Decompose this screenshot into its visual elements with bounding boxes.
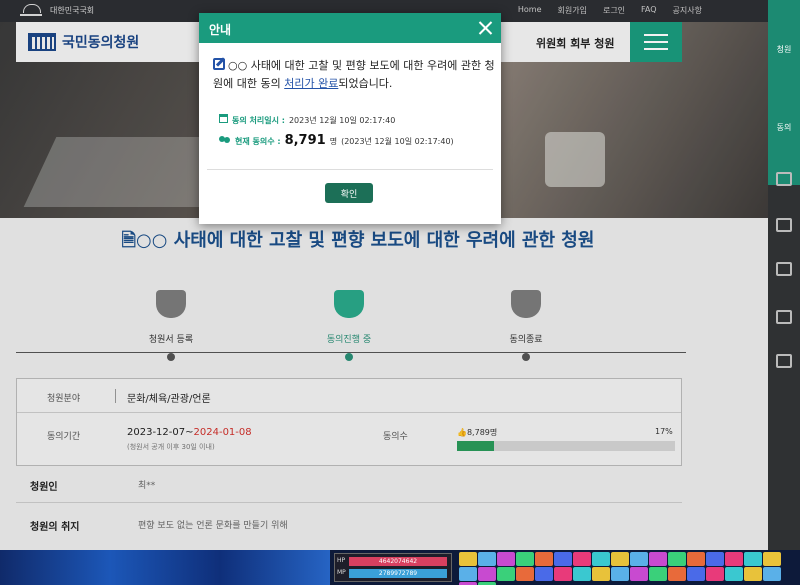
skill-slot-icon[interactable]: [573, 567, 591, 581]
edit-icon: [213, 58, 225, 70]
processed-label: 동의 처리일시 :: [232, 116, 285, 125]
calendar-icon: [219, 114, 228, 123]
notice-modal: 안내 ○○ 사태에 대한 고찰 및 편향 보도에 대한 우려에 관한 청원에 대…: [199, 13, 501, 224]
skill-slot-icon[interactable]: [744, 567, 762, 581]
skill-slot-icon[interactable]: [630, 567, 648, 581]
skill-slot-icon[interactable]: [554, 567, 572, 581]
current-count-label: 현재 동의수 :: [235, 137, 281, 146]
skill-slot-icon[interactable]: [516, 552, 534, 566]
processed-link[interactable]: 처리가 완료: [284, 77, 338, 90]
skill-slot-icon[interactable]: [459, 552, 477, 566]
sitemap-icon[interactable]: [776, 310, 792, 324]
skill-slot-icon[interactable]: [535, 567, 553, 581]
hp-mp-panel: HP 4642074642 MP 2789972789: [334, 553, 452, 582]
current-count-number: 8,791: [284, 133, 326, 148]
users-icon: [219, 136, 231, 144]
skill-slot-icon[interactable]: [497, 567, 515, 581]
skill-slot-icon[interactable]: [687, 567, 705, 581]
modal-header: 안내: [199, 13, 501, 43]
skill-slot-icon[interactable]: [535, 552, 553, 566]
skill-slot-icon[interactable]: [763, 567, 781, 581]
modal-divider: [207, 169, 493, 170]
skill-slot-icon[interactable]: [611, 552, 629, 566]
skill-slot-icon[interactable]: [478, 552, 496, 566]
processed-value: 2023년 12월 10일 02:17:40: [288, 116, 396, 125]
confirm-button[interactable]: 확인: [325, 183, 373, 203]
taskbar-artwork: [0, 550, 330, 585]
skill-slot-icon[interactable]: [649, 567, 667, 581]
skill-slot-icon[interactable]: [706, 552, 724, 566]
close-icon[interactable]: [475, 18, 495, 38]
skill-slot-icon[interactable]: [516, 567, 534, 581]
document-edit-icon[interactable]: [776, 218, 792, 232]
modal-message: ○○ 사태에 대한 고찰 및 편향 보도에 대한 우려에 관한 청원에 대한 동…: [213, 58, 495, 90]
quick-menu-highlight: [768, 0, 800, 185]
skill-slot-icon[interactable]: [554, 552, 572, 566]
skill-slot-icon[interactable]: [725, 567, 743, 581]
skill-slot-icon[interactable]: [630, 552, 648, 566]
skill-slot-icon[interactable]: [706, 567, 724, 581]
hp-bar: 4642074642: [349, 557, 447, 566]
skill-slot-icon[interactable]: [725, 552, 743, 566]
hp-label: HP: [337, 557, 346, 564]
current-count-unit: 명: [329, 137, 338, 146]
quick-menu-agree[interactable]: 동의: [772, 122, 796, 133]
skill-slot-icon[interactable]: [497, 552, 515, 566]
mp-bar: 2789972789: [349, 569, 447, 578]
skill-slot-icon[interactable]: [573, 552, 591, 566]
building-icon[interactable]: [776, 354, 792, 368]
mp-label: MP: [337, 569, 346, 576]
skill-slot-icon[interactable]: [611, 567, 629, 581]
skill-slot-icon[interactable]: [459, 567, 477, 581]
monitor-icon[interactable]: [776, 172, 792, 186]
skill-slot-icon[interactable]: [649, 552, 667, 566]
skill-hotbar: [459, 552, 789, 585]
skill-slot-icon[interactable]: [592, 567, 610, 581]
skill-slot-icon[interactable]: [668, 552, 686, 566]
modal-title: 안내: [209, 23, 232, 37]
skill-slot-icon[interactable]: [763, 552, 781, 566]
skill-slot-icon[interactable]: [668, 567, 686, 581]
skill-slot-icon[interactable]: [592, 552, 610, 566]
current-count-line: 현재 동의수 : 8,791 명 (2023년 12월 10일 02:17:40…: [219, 133, 454, 148]
quick-menu-petition[interactable]: 청원: [772, 44, 796, 55]
processed-time-line: 동의 처리일시 : 2023년 12월 10일 02:17:40: [219, 114, 395, 126]
skill-slot-icon[interactable]: [744, 552, 762, 566]
help-screen-icon[interactable]: [776, 262, 792, 276]
skill-slot-icon[interactable]: [478, 567, 496, 581]
skill-slot-icon[interactable]: [687, 552, 705, 566]
current-count-time: (2023년 12월 10일 02:17:40): [341, 137, 454, 146]
